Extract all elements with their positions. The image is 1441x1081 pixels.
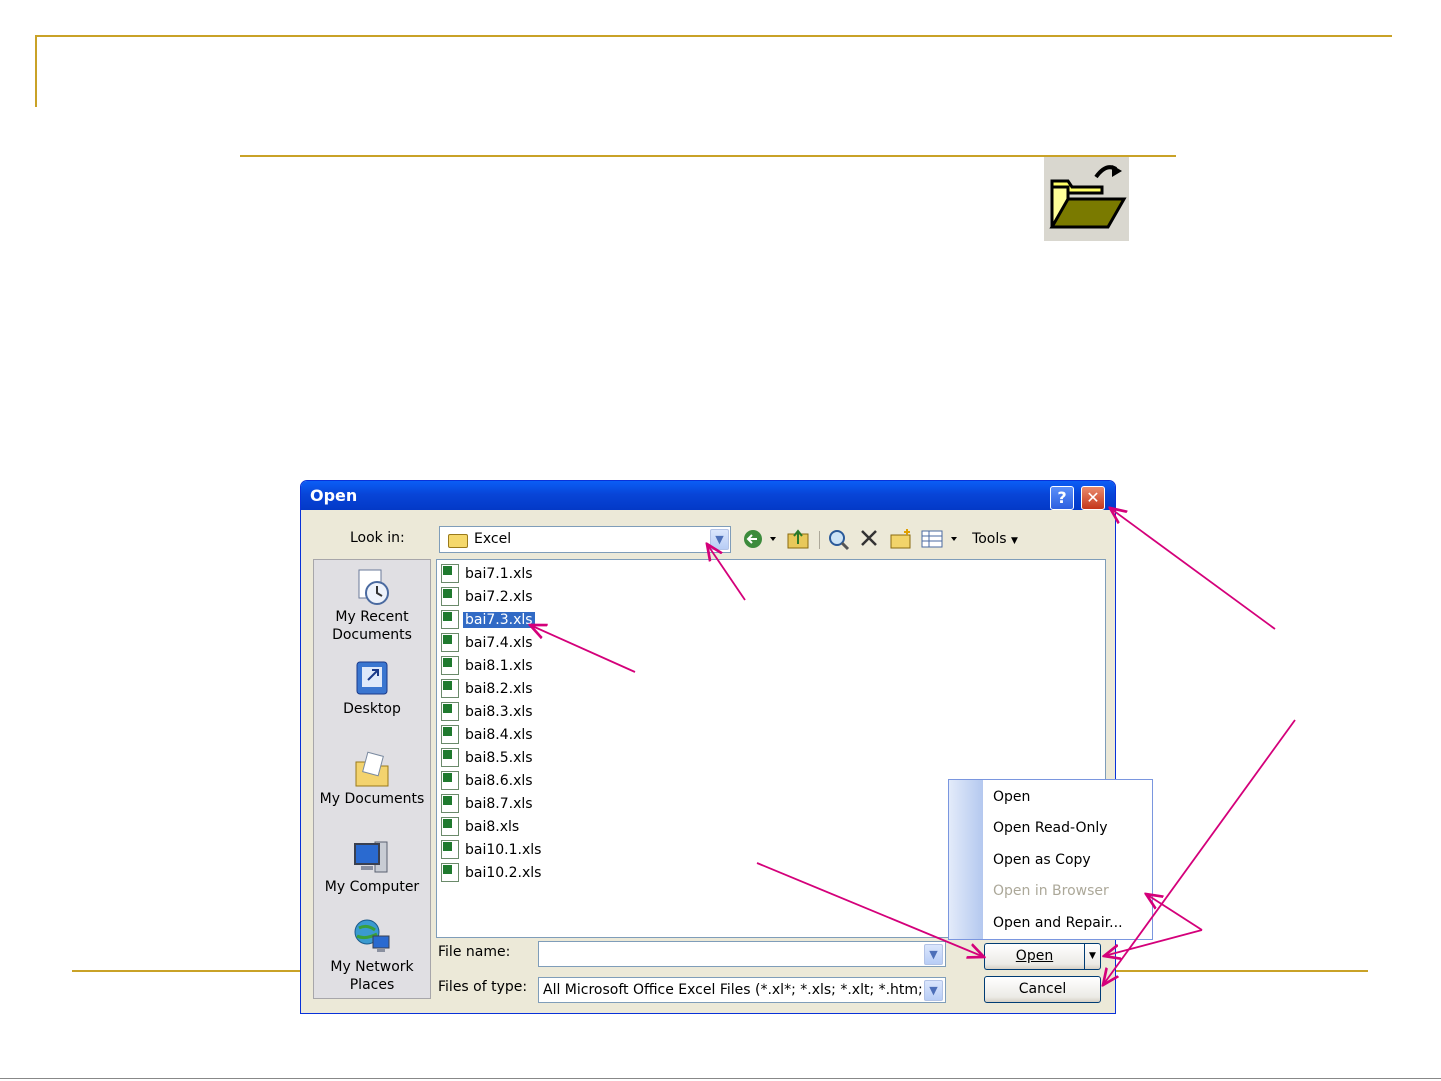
arrow-to-selected-file: [530, 625, 636, 673]
arrow-to-close-button: [1110, 508, 1276, 630]
arrow-to-open-menu: [1146, 894, 1203, 931]
annotation-arrows: [0, 0, 1296, 1081]
arrow-to-look-in: [707, 544, 746, 601]
arrow-to-open-button: [756, 862, 984, 957]
arrow-to-open-dropdown: [1104, 929, 1203, 956]
arrow-to-cancel-button: [1103, 719, 1296, 985]
